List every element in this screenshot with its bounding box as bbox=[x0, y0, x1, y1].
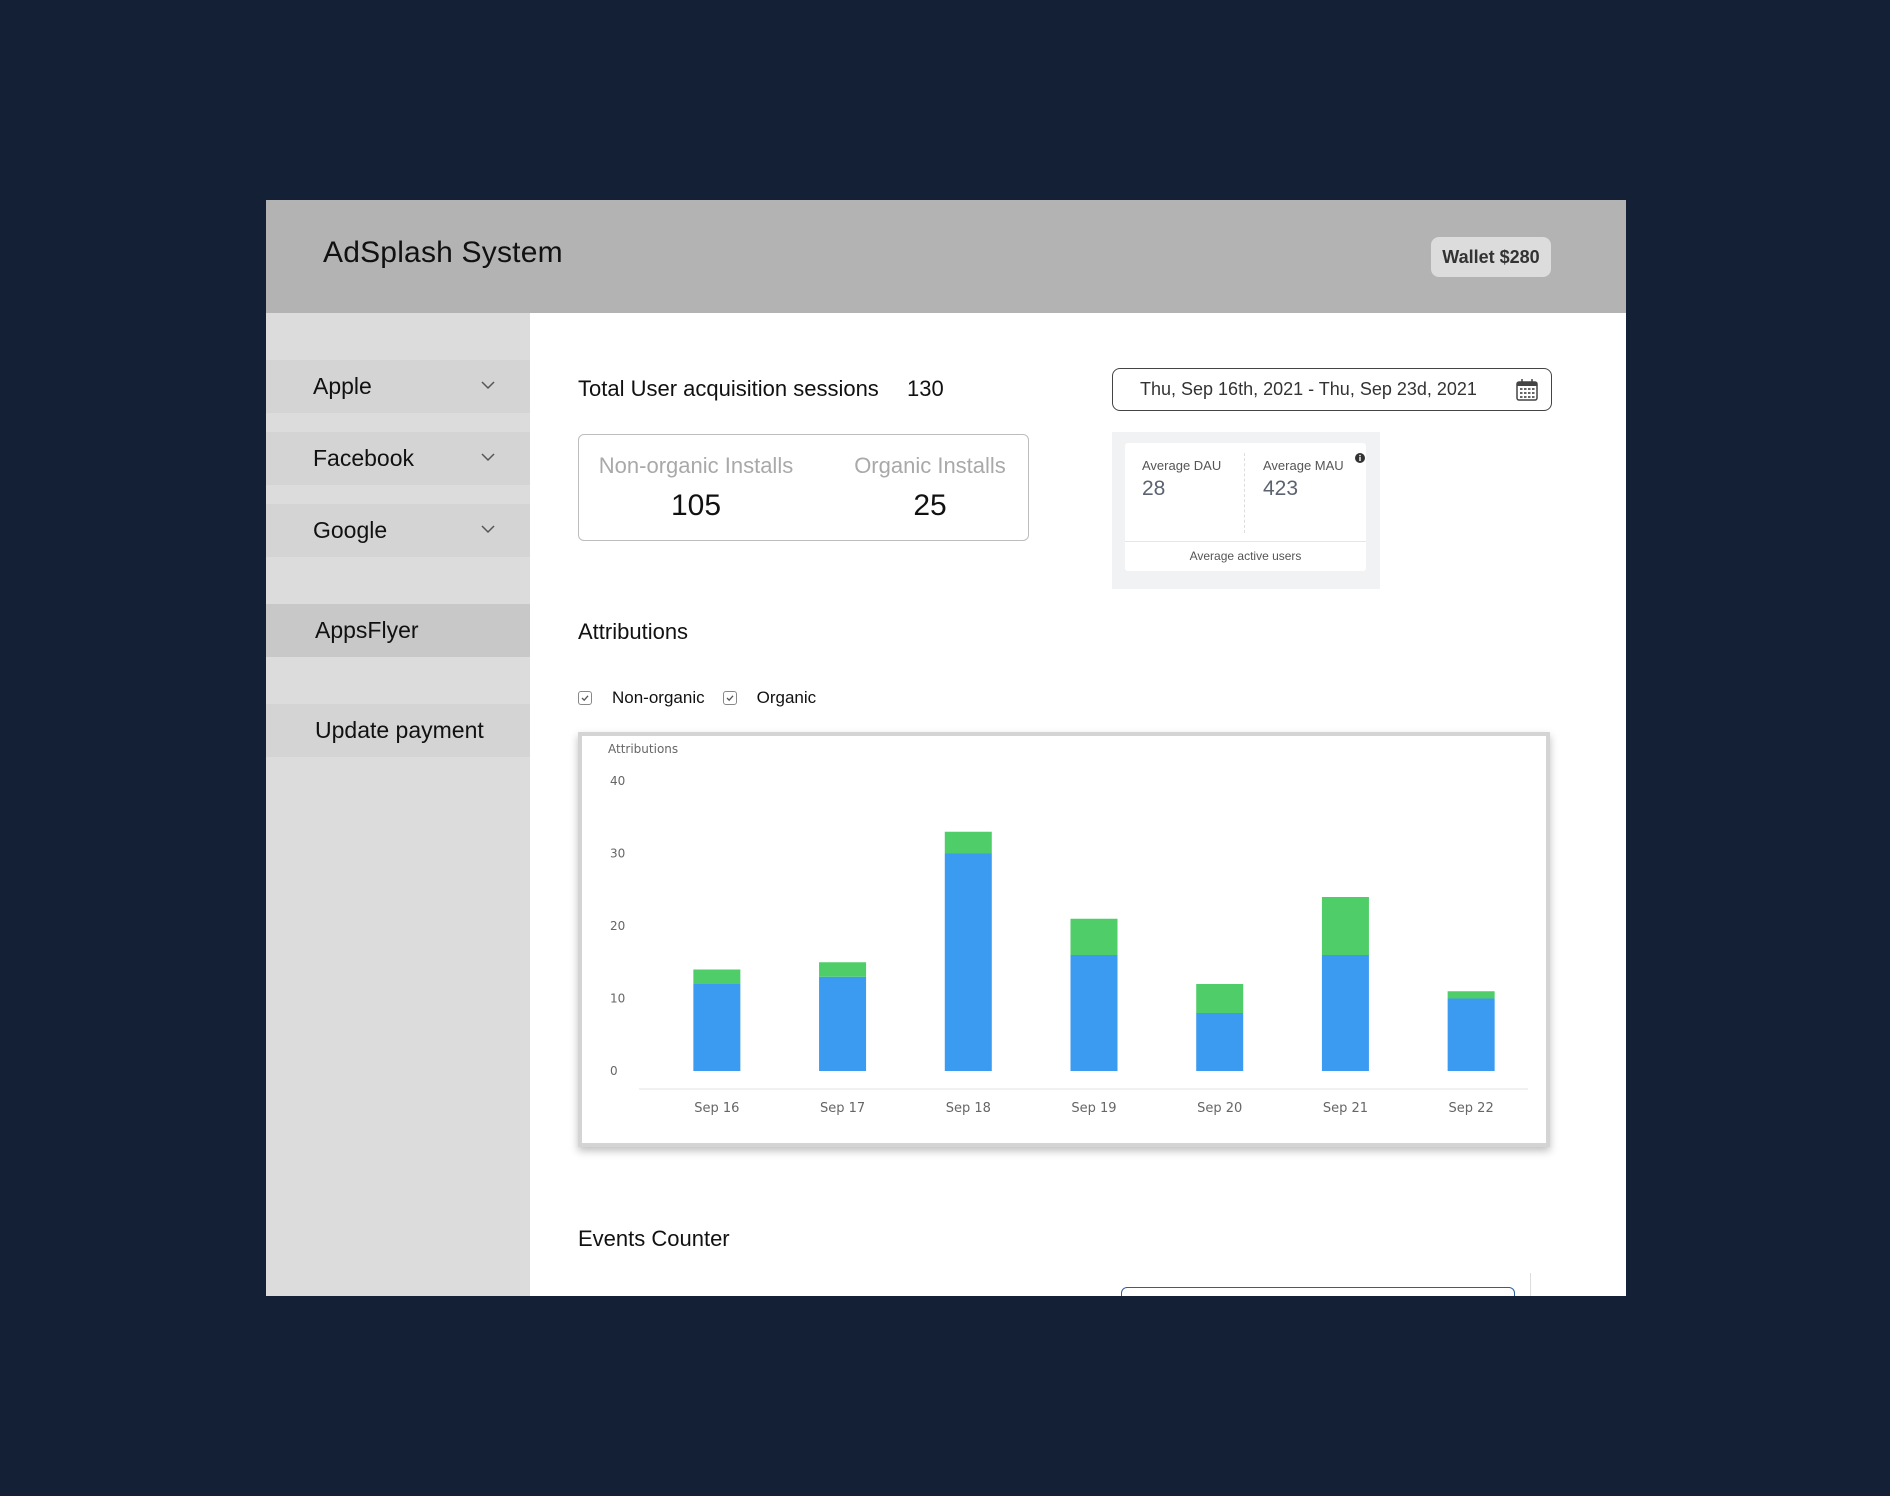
y-tick-label: 10 bbox=[610, 992, 625, 1006]
x-tick-label: Sep 17 bbox=[820, 1101, 865, 1116]
bar-non-organic bbox=[819, 976, 867, 1071]
x-tick-label: Sep 19 bbox=[1071, 1101, 1116, 1116]
average-dau-value: 28 bbox=[1142, 477, 1166, 500]
sidebar-item-apple[interactable]: Apple bbox=[266, 360, 530, 413]
bar-organic bbox=[1196, 984, 1244, 1013]
sidebar-item-appsflyer[interactable]: AppsFlyer bbox=[266, 604, 530, 657]
y-tick-label: 0 bbox=[610, 1064, 618, 1078]
bar-organic bbox=[819, 962, 867, 977]
divider bbox=[1244, 453, 1245, 533]
sidebar-item-label: Facebook bbox=[313, 445, 415, 471]
x-tick-label: Sep 16 bbox=[694, 1101, 739, 1116]
non-organic-installs: Non-organic Installs 105 bbox=[596, 453, 796, 523]
bar-non-organic bbox=[1447, 998, 1495, 1071]
bar-non-organic bbox=[1070, 955, 1118, 1071]
chart-svg: Attributions 0 10 20 30 40 Sep 16 Sep 17 Sep 18 S… bbox=[608, 742, 1528, 1116]
legend-label: Non-organic bbox=[612, 688, 705, 707]
info-icon[interactable] bbox=[1355, 453, 1365, 463]
checkbox-organic[interactable] bbox=[722, 691, 737, 705]
bar-organic bbox=[1321, 897, 1369, 955]
sessions-label: Total User acquisition sessions bbox=[578, 376, 879, 401]
bar-non-organic bbox=[693, 984, 741, 1071]
attributions-title: Attributions bbox=[578, 619, 689, 644]
attributions-chart: Attributions 0 10 20 30 40 Sep 16 Sep 17 Sep 18 S… bbox=[578, 732, 1550, 1147]
date-range-picker[interactable]: Thu, Sep 16th, 2021 - Thu, Sep 23d, 2021 bbox=[1112, 368, 1552, 411]
y-tick-label: 30 bbox=[610, 847, 625, 861]
app-title: AdSplash System bbox=[323, 236, 563, 269]
y-tick-label: 20 bbox=[610, 919, 625, 933]
chart-legend: Non-organic Organic bbox=[578, 688, 816, 708]
divider bbox=[1530, 1273, 1531, 1296]
sidebar-item-label: Google bbox=[313, 517, 388, 543]
app-window: AdSplash System Wallet $280 Apple Facebo… bbox=[266, 200, 1626, 1296]
x-tick-label: Sep 21 bbox=[1323, 1101, 1368, 1116]
legend-label: Organic bbox=[756, 688, 817, 707]
wallet-button[interactable]: Wallet $280 bbox=[1431, 237, 1551, 277]
check-icon bbox=[581, 695, 589, 702]
chevron-down-icon bbox=[481, 453, 495, 462]
calendar-icon[interactable] bbox=[1515, 378, 1539, 402]
sidebar-item-google[interactable]: Google bbox=[266, 504, 530, 557]
legend-non-organic[interactable]: Non-organic bbox=[578, 688, 705, 708]
legend-organic[interactable]: Organic bbox=[722, 688, 817, 708]
sidebar: Apple Facebook Google AppsFlyer Update p… bbox=[266, 313, 530, 1296]
x-tick-label: Sep 18 bbox=[946, 1101, 991, 1116]
bar-non-organic bbox=[1321, 955, 1369, 1071]
y-tick-label: 40 bbox=[610, 774, 625, 788]
bar-organic bbox=[1070, 918, 1118, 955]
main-content: Total User acquisition sessions 130 Non-… bbox=[530, 313, 1626, 1296]
sidebar-item-label: AppsFlyer bbox=[315, 617, 419, 643]
sidebar-item-update-payment[interactable]: Update payment bbox=[266, 704, 530, 757]
bar-organic bbox=[693, 969, 741, 984]
non-organic-installs-label: Non-organic Installs bbox=[598, 453, 794, 478]
bar-non-organic bbox=[944, 853, 992, 1071]
chevron-down-icon bbox=[481, 525, 495, 534]
organic-installs-label: Organic Installs bbox=[854, 453, 1006, 478]
sidebar-item-label: Update payment bbox=[315, 717, 484, 743]
events-counter-title: Events Counter bbox=[578, 1226, 730, 1251]
x-tick-label: Sep 22 bbox=[1449, 1101, 1494, 1116]
average-dau-label: Average DAU bbox=[1142, 458, 1222, 473]
active-users-footer: Average active users bbox=[1189, 549, 1302, 563]
installs-card: Non-organic Installs 105 Organic Install… bbox=[578, 434, 1029, 541]
sidebar-item-facebook[interactable]: Facebook bbox=[266, 432, 530, 485]
checkbox-non-organic[interactable] bbox=[578, 691, 592, 705]
average-mau-value: 423 bbox=[1263, 477, 1299, 500]
average-dau: Average DAU 28 bbox=[1142, 458, 1221, 501]
active-users-panel: Average DAU 28 Average MAU 423 Average a… bbox=[1112, 432, 1380, 589]
active-users-card: Average DAU 28 Average MAU 423 Average a… bbox=[1125, 443, 1366, 571]
bar-organic bbox=[1447, 991, 1495, 999]
sidebar-item-label: Apple bbox=[313, 373, 372, 399]
organic-installs: Organic Installs 25 bbox=[845, 453, 1015, 523]
chevron-down-icon bbox=[481, 381, 495, 390]
top-bar: AdSplash System Wallet $280 bbox=[266, 200, 1626, 313]
x-tick-label: Sep 20 bbox=[1197, 1101, 1242, 1116]
average-mau-label: Average MAU bbox=[1263, 458, 1344, 473]
date-range-value: Thu, Sep 16th, 2021 - Thu, Sep 23d, 2021 bbox=[1140, 379, 1477, 399]
events-input[interactable] bbox=[1121, 1287, 1515, 1296]
organic-installs-value: 25 bbox=[913, 489, 947, 522]
non-organic-installs-value: 105 bbox=[670, 489, 722, 522]
bar-non-organic bbox=[1196, 1013, 1244, 1071]
y-axis-title: Attributions bbox=[608, 742, 678, 756]
sessions-value: 130 bbox=[907, 376, 944, 401]
bar-organic bbox=[944, 831, 992, 854]
average-mau: Average MAU 423 bbox=[1263, 458, 1344, 501]
check-icon bbox=[726, 695, 734, 702]
divider bbox=[1125, 541, 1366, 542]
